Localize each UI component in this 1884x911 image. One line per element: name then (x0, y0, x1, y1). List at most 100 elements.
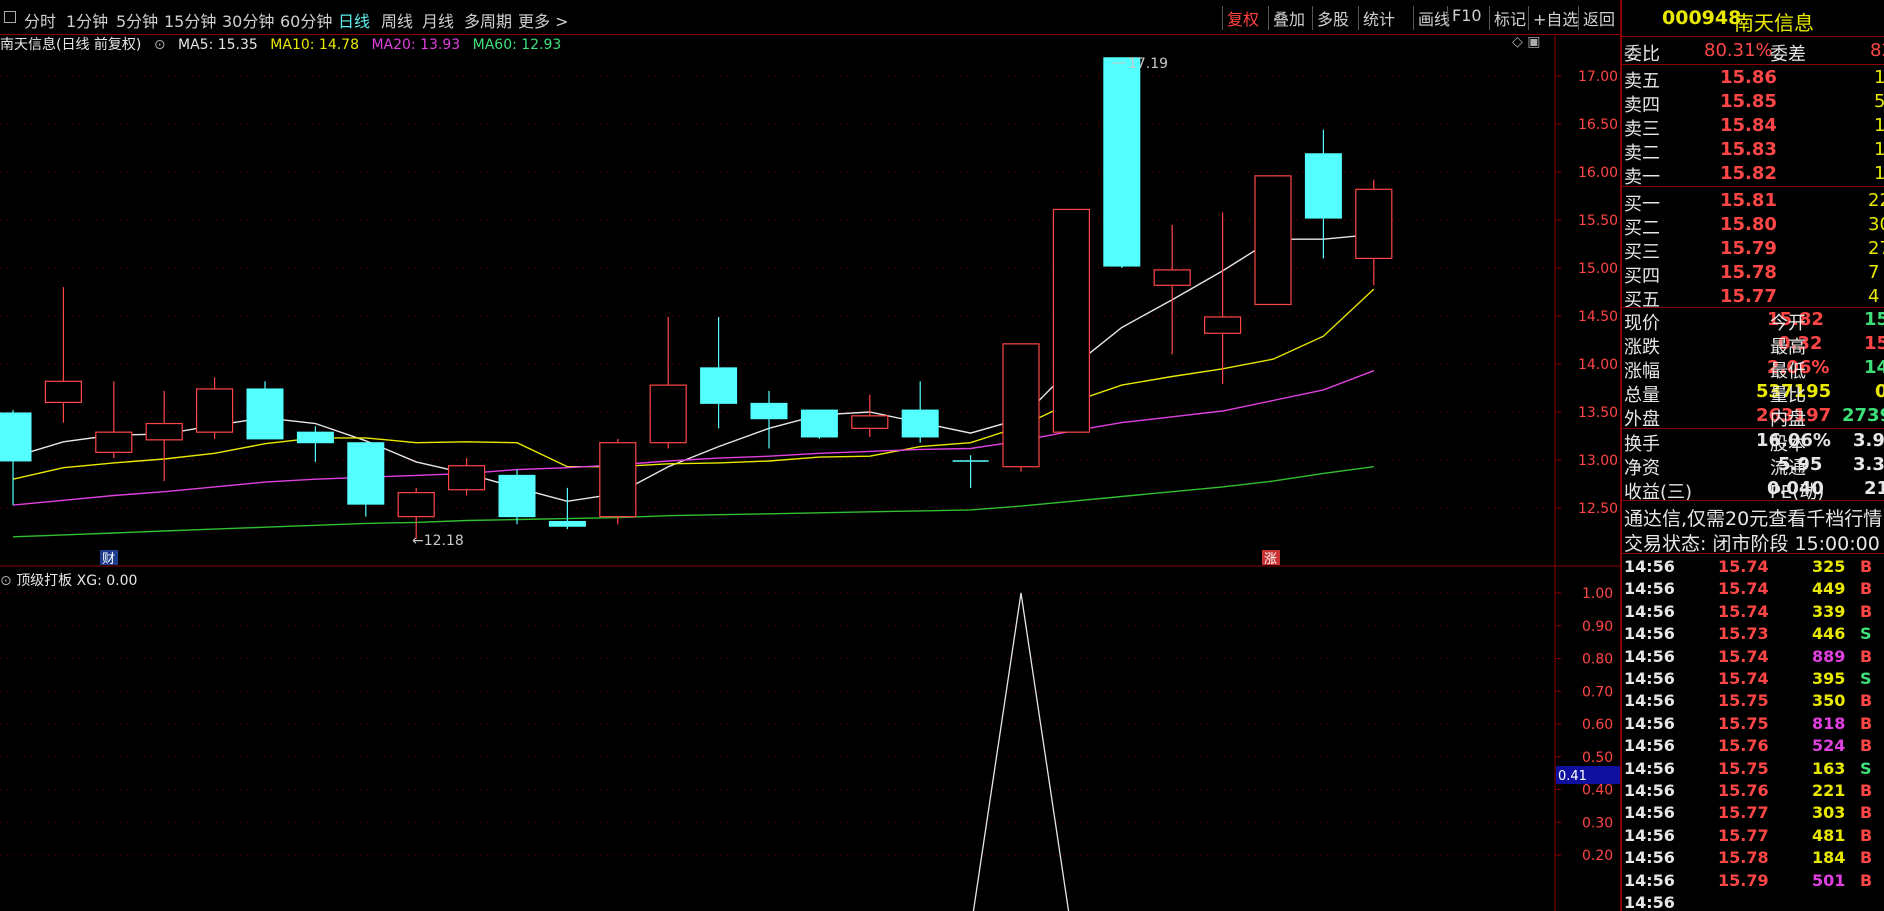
candle-body (246, 388, 284, 440)
tick-time: 14:56 (1624, 646, 1675, 666)
candle (0, 410, 32, 506)
candle-body (599, 442, 637, 518)
candle-body (0, 412, 32, 462)
tick-time: 14:56 (1624, 557, 1675, 576)
tick-side: B (1860, 825, 1873, 845)
tick-time: 14:56 (1624, 624, 1675, 644)
level-volume: 7 (1868, 262, 1880, 283)
stat-row: 总量537195量比0 (1622, 380, 1884, 406)
kline-chart[interactable]: 17.00 16.50 16.00 15.50 15.00 14.50 14.00 13.50… (0, 0, 1620, 911)
tick-side: B (1860, 781, 1873, 800)
price-tick-label: 13.50 (1578, 405, 1618, 421)
tick-volume: 481 (1812, 825, 1846, 845)
price-tick-label: 15.50 (1578, 213, 1618, 229)
level-price: 15.80 (1720, 214, 1777, 235)
tick-price: 15.79 (1718, 870, 1769, 890)
tick-row: 14:56 15.75 350 B (1622, 690, 1884, 712)
tick-time: 14:56 (1624, 848, 1675, 868)
candle (700, 316, 738, 429)
trade-status: 交易状态: 闭市阶段 15:00:00 (1624, 533, 1880, 555)
trade-status-row: 交易状态: 闭市阶段 15:00:00 (1622, 528, 1884, 555)
indicator-tick-label: 0.20 (1582, 848, 1613, 864)
tick-time: 14:56 (1624, 893, 1675, 911)
low-price-label: ←12.18 (412, 533, 464, 549)
stat-row: 涨幅2.06%最低14 (1622, 356, 1884, 382)
tick-side: B (1860, 848, 1873, 868)
price-tick-label: 12.50 (1578, 501, 1618, 517)
stat-row: 收益(三)0.040PE(动)21 (1622, 477, 1884, 503)
candle (1203, 212, 1242, 385)
tick-row: 14:56 15.75 163 S (1622, 758, 1884, 780)
tick-volume: 303 (1812, 803, 1846, 823)
candle (196, 377, 234, 439)
candle (296, 426, 334, 462)
candle (347, 442, 385, 517)
stat-value: 0 (1875, 381, 1884, 402)
stat-value: 14 (1864, 357, 1884, 378)
candle-body (1002, 343, 1040, 468)
tick-row: 14:56 15.79 501 B (1622, 870, 1884, 892)
tick-side: B (1860, 601, 1873, 621)
tick-volume: 325 (1812, 557, 1846, 576)
chart-gridlines (0, 34, 1620, 911)
level-price: 15.84 (1720, 115, 1777, 136)
tick-price: 15.75 (1718, 691, 1769, 711)
weibi-label: 委比 (1624, 44, 1660, 65)
tick-side: B (1860, 870, 1873, 890)
stock-code[interactable]: 000948 (1662, 7, 1741, 29)
candle (548, 487, 586, 530)
indicator-line-xg (972, 592, 1070, 911)
tick-side: B (1860, 713, 1873, 733)
indicator-tick-label: 0.50 (1582, 750, 1613, 766)
tick-side: B (1860, 579, 1873, 599)
candle (649, 316, 687, 449)
weibi-row: 委比 80.31% 委差 82 (1622, 39, 1884, 65)
level-volume: 22 (1868, 190, 1884, 211)
candle (1355, 179, 1393, 286)
price-tick-label: 14.00 (1578, 357, 1618, 373)
sell-level: 卖五15.861 (1622, 66, 1884, 92)
tick-row: 14:56 15.77 303 B (1622, 802, 1884, 824)
candle-body (145, 422, 183, 441)
upgrade-notice[interactable]: 通达信,仅需20元查看千档行情 (1624, 504, 1882, 531)
notice-row[interactable]: 通达信,仅需20元查看千档行情 (1622, 503, 1884, 530)
ma-line-ma60 (12, 466, 1374, 538)
indicator-panel (972, 592, 1070, 911)
candle (952, 455, 989, 488)
tick-side: B (1860, 557, 1873, 576)
finance-badge: 财 (102, 552, 115, 567)
sell-level: 卖四15.855 (1622, 90, 1884, 116)
price-tick-label: 17.00 (1578, 69, 1618, 85)
tick-time: 14:56 (1624, 736, 1675, 756)
indicator-cursor-value: 0.41 (1558, 769, 1587, 784)
buy-level: 买二15.8030 (1622, 213, 1884, 239)
stock-code-row: 000948 南天信息 (1622, 6, 1884, 36)
tick-price: 15.74 (1718, 557, 1769, 576)
weicha-value: 82 (1870, 40, 1884, 61)
level-volume: 30 (1868, 214, 1884, 235)
tick-row: 14:56 15.74 889 B (1622, 646, 1884, 668)
tick-price: 15.74 (1718, 669, 1769, 688)
weibi-value: 80.31% (1704, 40, 1773, 61)
tick-side: B (1860, 736, 1873, 756)
candle (800, 409, 838, 439)
tick-volume: 163 (1812, 758, 1846, 778)
tick-price: 15.75 (1718, 758, 1769, 778)
buy-level: 买五 15.77 4 (1622, 285, 1884, 311)
level-price: 15.86 (1720, 67, 1777, 88)
tick-time: 14:56 (1624, 601, 1675, 621)
tick-volume: 184 (1812, 848, 1846, 868)
indicator-tick-label: 0.70 (1582, 684, 1613, 700)
level-volume: 4 (1868, 286, 1880, 307)
buy-level: 买三15.7927 (1622, 237, 1884, 263)
candle (750, 390, 788, 449)
tick-time: 14:56 (1624, 579, 1675, 599)
candle-body (44, 380, 83, 403)
candle (1254, 175, 1292, 306)
level-volume: 27 (1868, 238, 1884, 259)
level-volume: 5 (1874, 91, 1884, 112)
tick-side: S (1860, 624, 1872, 644)
candle (397, 487, 435, 539)
stock-name[interactable]: 南天信息 (1734, 7, 1814, 36)
level-volume: 1 (1874, 115, 1884, 136)
